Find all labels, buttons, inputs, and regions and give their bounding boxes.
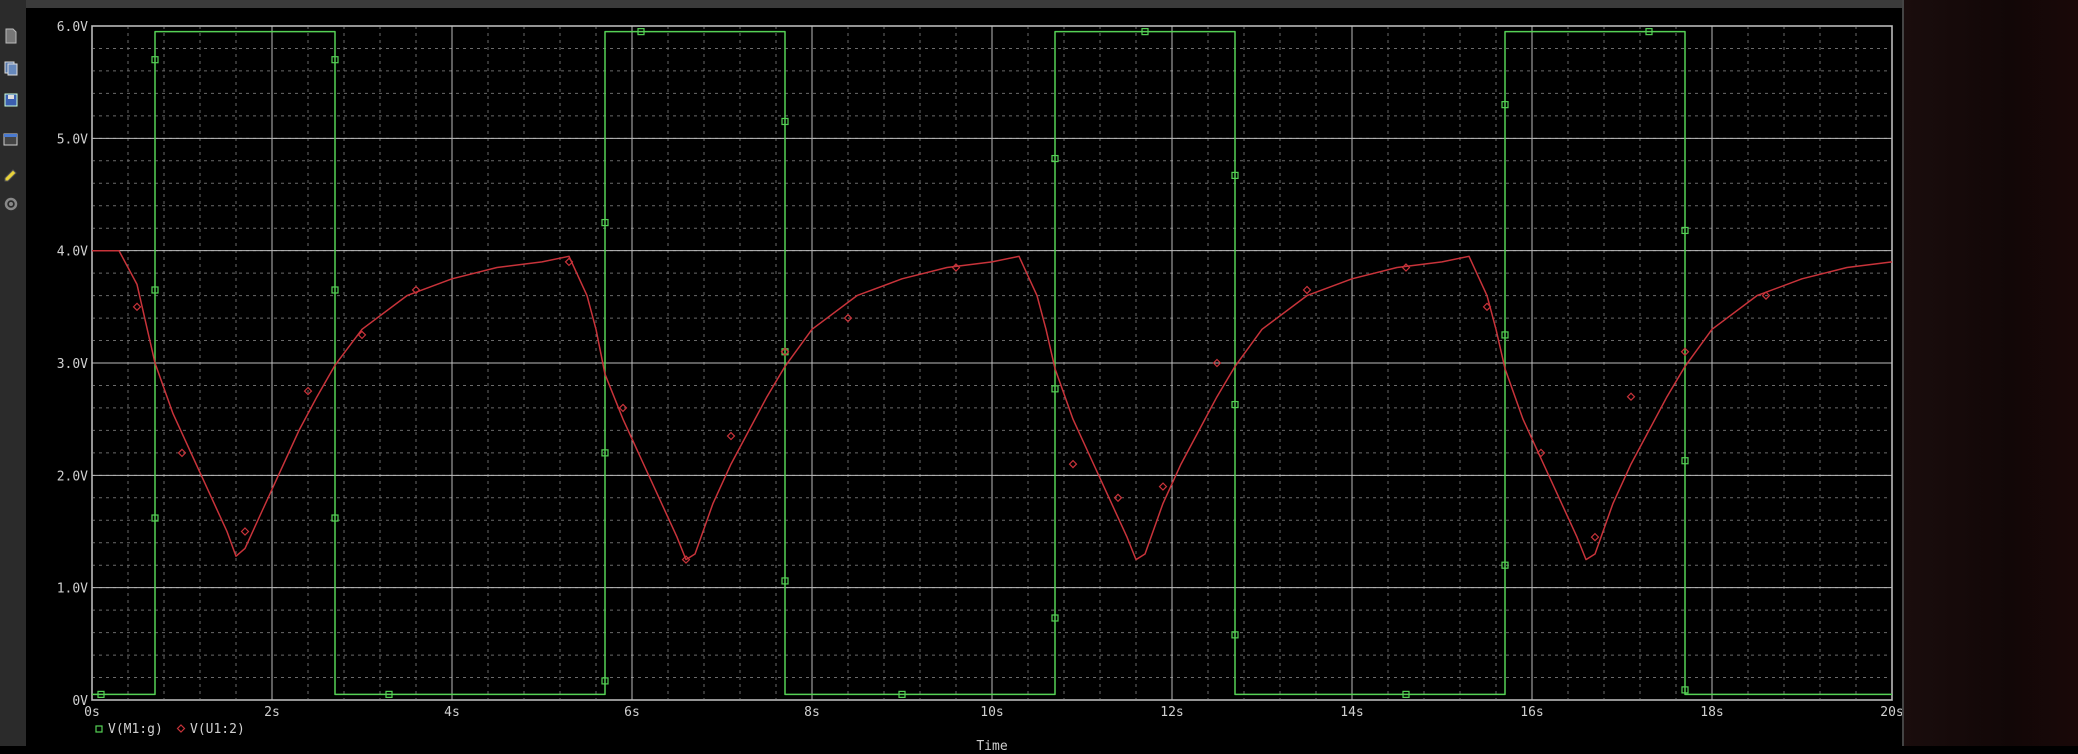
x-axis-title: Time <box>976 739 1007 754</box>
save-icon[interactable] <box>3 92 19 108</box>
y-tick-label: 3.0V <box>57 357 88 372</box>
y-tick-label: 6.0V <box>57 20 88 35</box>
plot-window: 0s 2s 4s 6s 8s 10s 12s 14s 16s 18s 20s 0V 1.0V 2.0V 3.… <box>26 0 1902 754</box>
toolbar <box>0 0 27 746</box>
x-tick-label: 14s <box>1340 705 1363 720</box>
legend-marker <box>95 725 103 733</box>
y-tick-label: 2.0V <box>57 469 88 484</box>
x-tick-label: 12s <box>1160 705 1183 720</box>
legend-marker <box>176 724 186 733</box>
x-tick-label: 8s <box>804 705 820 720</box>
x-tick-label: 6s <box>624 705 640 720</box>
legend: V(M1:g) V(U1:2) <box>95 722 245 737</box>
copy-icon[interactable] <box>3 60 19 76</box>
legend-label: V(U1:2) <box>190 722 245 737</box>
x-tick-label: 18s <box>1700 705 1723 720</box>
side-panel <box>1902 0 2078 746</box>
y-tick-label: 5.0V <box>57 132 88 147</box>
marker-icon[interactable] <box>3 166 19 182</box>
x-tick-label: 16s <box>1520 705 1543 720</box>
x-tick-label: 10s <box>980 705 1003 720</box>
window-icon[interactable] <box>3 132 19 148</box>
y-tick-label: 1.0V <box>57 582 88 597</box>
legend-label: V(M1:g) <box>108 722 163 737</box>
x-tick-label: 20s <box>1880 705 1902 720</box>
waveform-chart[interactable]: 0s 2s 4s 6s 8s 10s 12s 14s 16s 18s 20s0V1.0V2.0V3.… <box>26 8 1902 754</box>
gear-icon[interactable] <box>3 196 19 212</box>
y-tick-label: 0V <box>72 694 88 709</box>
document-icon[interactable] <box>3 28 19 44</box>
y-tick-label: 4.0V <box>57 245 88 260</box>
x-tick-label: 2s <box>264 705 280 720</box>
x-tick-label: 4s <box>444 705 460 720</box>
